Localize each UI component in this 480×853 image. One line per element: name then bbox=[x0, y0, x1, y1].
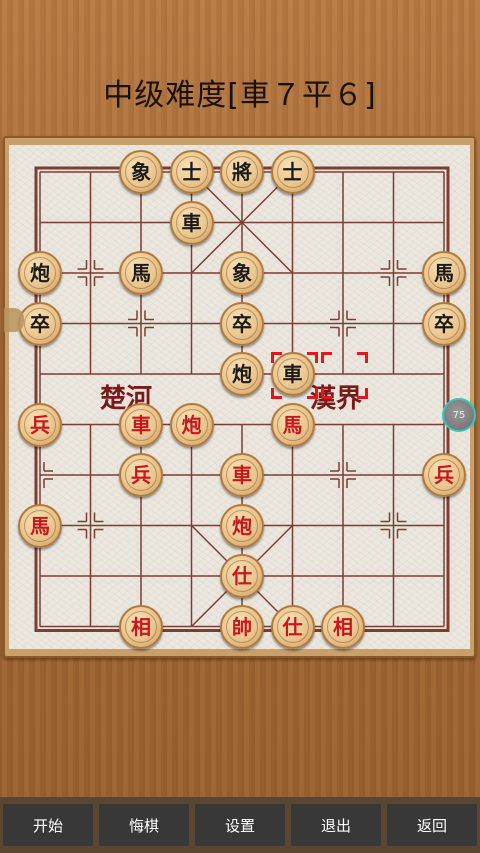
red-piece[interactable]: 兵 bbox=[422, 453, 466, 497]
piece-label: 車 bbox=[181, 210, 202, 235]
river-label-right: 漢界 bbox=[310, 384, 363, 414]
red-piece[interactable]: 仕 bbox=[220, 554, 264, 598]
black-piece[interactable]: 將 bbox=[220, 150, 264, 194]
red-piece[interactable]: 車 bbox=[220, 453, 264, 497]
piece-label: 相 bbox=[131, 614, 151, 639]
piece-label: 士 bbox=[181, 160, 202, 184]
black-piece[interactable]: 士 bbox=[270, 150, 315, 194]
black-piece[interactable]: 卒 bbox=[220, 301, 264, 346]
exit-button[interactable]: 退出 bbox=[291, 804, 381, 846]
red-piece[interactable]: 相 bbox=[321, 604, 365, 649]
black-piece[interactable]: 卒 bbox=[422, 301, 466, 346]
piece-label: 炮 bbox=[232, 513, 252, 538]
side-drawer-handle[interactable] bbox=[4, 308, 24, 332]
piece-label: 炮 bbox=[30, 261, 50, 285]
black-piece[interactable]: 士 bbox=[169, 150, 214, 194]
piece-label: 兵 bbox=[131, 463, 151, 487]
move-marker-corner bbox=[357, 352, 368, 363]
black-piece[interactable]: 車 bbox=[270, 352, 315, 396]
black-piece[interactable]: 卒 bbox=[18, 301, 62, 346]
piece-label: 馬 bbox=[434, 261, 454, 285]
black-piece[interactable]: 象 bbox=[119, 150, 163, 194]
piece-label: 馬 bbox=[282, 412, 303, 437]
red-piece[interactable]: 兵 bbox=[119, 453, 163, 497]
move-marker-corner bbox=[321, 388, 332, 399]
red-piece[interactable]: 車 bbox=[119, 402, 163, 447]
piece-label: 卒 bbox=[434, 311, 454, 336]
red-piece[interactable]: 馬 bbox=[18, 503, 62, 548]
floating-assist-button[interactable]: 75 bbox=[442, 398, 476, 432]
black-piece[interactable]: 車 bbox=[169, 200, 214, 245]
red-piece[interactable]: 兵 bbox=[18, 402, 62, 447]
piece-label: 象 bbox=[232, 261, 252, 285]
black-piece[interactable]: 炮 bbox=[220, 352, 264, 396]
piece-label: 兵 bbox=[434, 463, 454, 487]
piece-label: 帥 bbox=[232, 614, 252, 639]
red-piece[interactable]: 仕 bbox=[270, 604, 315, 649]
piece-label: 炮 bbox=[181, 412, 202, 437]
piece-label: 將 bbox=[232, 160, 252, 184]
piece-label: 兵 bbox=[30, 412, 50, 437]
piece-label: 車 bbox=[131, 412, 151, 437]
piece-label: 卒 bbox=[232, 311, 252, 336]
back-button[interactable]: 返回 bbox=[387, 804, 477, 846]
piece-label: 馬 bbox=[131, 261, 151, 285]
black-piece[interactable]: 馬 bbox=[422, 251, 466, 295]
floating-assist-label: 75 bbox=[452, 409, 466, 421]
red-piece[interactable]: 帥 bbox=[220, 604, 264, 649]
piece-label: 馬 bbox=[30, 513, 50, 538]
black-piece[interactable]: 馬 bbox=[119, 251, 163, 295]
black-piece[interactable]: 炮 bbox=[18, 251, 62, 295]
piece-label: 相 bbox=[333, 614, 353, 639]
piece-label: 士 bbox=[282, 160, 303, 184]
piece-label: 仕 bbox=[282, 614, 303, 639]
start-button[interactable]: 开始 bbox=[3, 804, 93, 846]
piece-label: 仕 bbox=[232, 564, 252, 588]
red-piece[interactable]: 炮 bbox=[220, 503, 264, 548]
piece-label: 車 bbox=[282, 362, 303, 386]
undo-button[interactable]: 悔棋 bbox=[99, 804, 189, 846]
piece-label: 卒 bbox=[30, 311, 50, 336]
black-piece[interactable]: 象 bbox=[220, 251, 264, 295]
piece-label: 象 bbox=[131, 160, 151, 184]
red-piece[interactable]: 炮 bbox=[169, 402, 214, 447]
move-marker-corner bbox=[357, 388, 368, 399]
piece-label: 炮 bbox=[232, 362, 252, 386]
bottom-toolbar: 开始 悔棋 设置 退出 返回 bbox=[0, 797, 480, 853]
board-grid bbox=[34, 166, 450, 632]
piece-label: 車 bbox=[232, 463, 252, 487]
red-piece[interactable]: 相 bbox=[119, 604, 163, 649]
move-marker-corner bbox=[321, 352, 332, 363]
red-piece[interactable]: 馬 bbox=[270, 402, 315, 447]
settings-button[interactable]: 设置 bbox=[195, 804, 285, 846]
